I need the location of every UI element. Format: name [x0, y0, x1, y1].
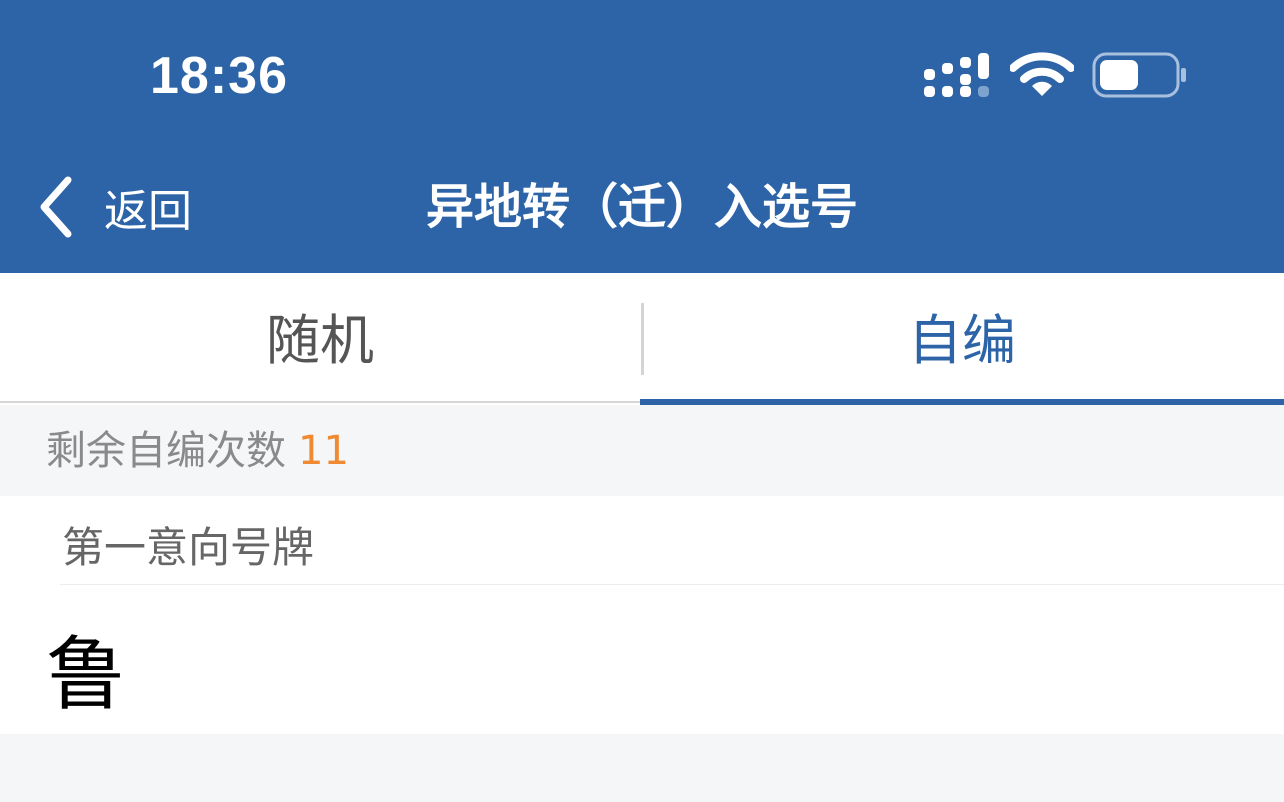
tab-custom[interactable]: 自编 [640, 273, 1284, 405]
wifi-icon [1010, 52, 1074, 96]
status-time: 18:36 [150, 47, 288, 105]
plate-province-selector[interactable]: 鲁 [46, 610, 126, 726]
tab-bar-border [0, 401, 640, 403]
app-header: 18:36 返回 异地转（迁）入选号 [0, 0, 1284, 273]
back-button[interactable]: 返回 [36, 172, 192, 242]
plate-divider [60, 584, 1284, 585]
remaining-count: 11 [298, 428, 349, 474]
back-button-label: 返回 [104, 186, 192, 237]
page-title: 异地转（迁）入选号 [425, 179, 858, 235]
plate-card: 第一意向号牌 鲁 [0, 496, 1284, 734]
remaining-label: 剩余自编次数 [46, 428, 286, 474]
signal-icon [924, 53, 989, 97]
battery-icon [1092, 52, 1186, 98]
plate-label: 第一意向号牌 [62, 523, 315, 572]
tab-random[interactable]: 随机 [0, 273, 640, 405]
remaining-count-bar: 剩余自编次数 11 [0, 405, 1284, 496]
tab-bar: 随机 自编 [0, 273, 1284, 405]
back-chevron-icon [40, 176, 72, 238]
